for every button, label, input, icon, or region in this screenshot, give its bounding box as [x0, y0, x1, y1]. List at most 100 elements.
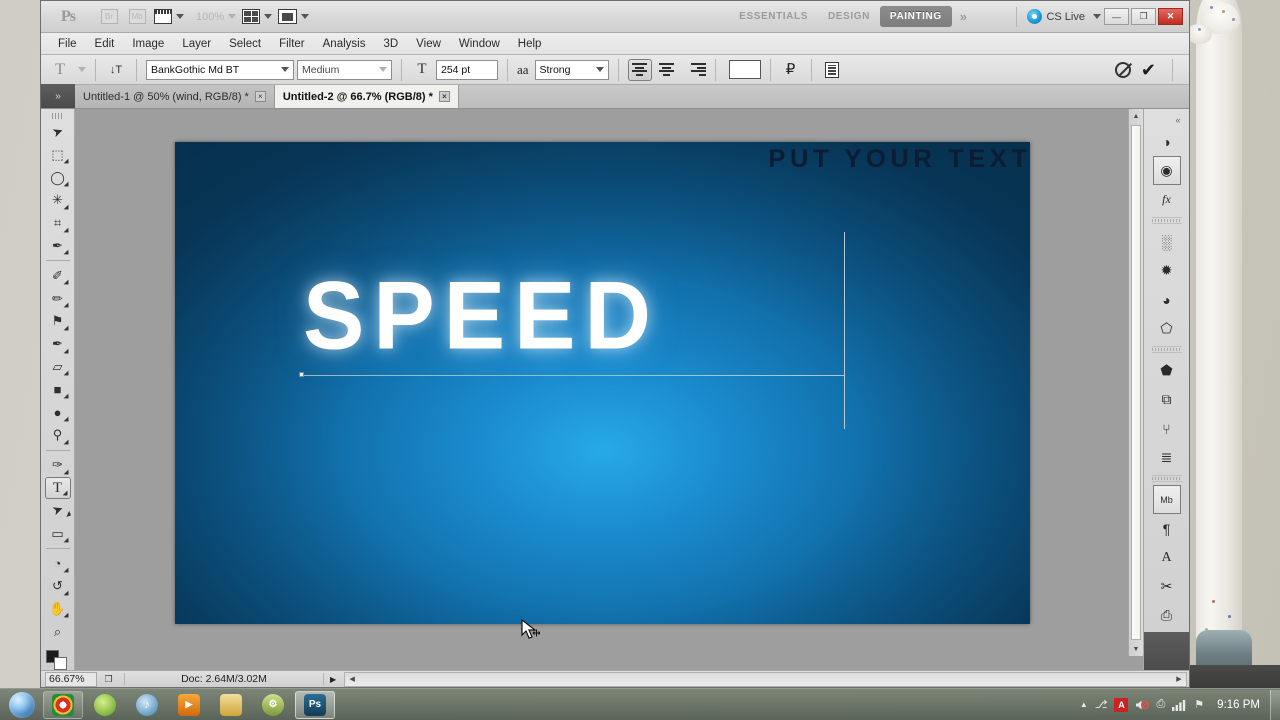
launch-mini-bridge-button[interactable]: Mb [126, 6, 148, 28]
taskbar-chrome[interactable] [43, 690, 83, 719]
text-baseline-handle[interactable] [299, 372, 304, 377]
3d-orbit-tool[interactable]: ↺ [45, 575, 71, 598]
workspace-more-icon[interactable]: » [952, 9, 975, 24]
paths-panel-icon[interactable]: ⑂ [1153, 414, 1181, 443]
taskbar-clock[interactable]: 9:16 PM [1211, 699, 1266, 711]
antialias-select[interactable]: Strong [534, 59, 609, 80]
menu-select[interactable]: Select [220, 36, 270, 52]
blur-tool[interactable]: ● [45, 401, 71, 424]
status-menu-arrow-icon[interactable]: ▶ [324, 675, 342, 684]
lasso-tool[interactable]: ◯ [45, 166, 71, 189]
crop-tool[interactable]: ⌗ [45, 212, 71, 235]
main-text-layer[interactable]: SPEED [303, 268, 660, 365]
gradient-tool[interactable]: ■ [45, 378, 71, 401]
menu-image[interactable]: Image [123, 36, 173, 52]
tray-action-center-icon[interactable]: ⚑ [1194, 698, 1204, 711]
document-canvas[interactable]: PUT YOUR TEXT SPEED [175, 142, 1030, 624]
close-icon[interactable]: × [254, 91, 266, 102]
layers-panel-icon[interactable]: ⬟ [1153, 356, 1181, 385]
menu-view[interactable]: View [407, 36, 450, 52]
color-swatches[interactable] [45, 647, 71, 671]
history-panel-icon[interactable]: ≣ [1153, 443, 1181, 472]
paragraph-panel-icon[interactable]: ¶ [1153, 514, 1181, 543]
3d-materials-panel-icon[interactable]: ░ [1153, 227, 1181, 256]
align-left-button[interactable] [627, 58, 652, 81]
adjustments-panel-icon[interactable]: ◑ [1153, 127, 1181, 156]
tray-adobe-updater-icon[interactable]: A [1114, 697, 1129, 712]
cs-live-menu[interactable]: CS Live [1016, 6, 1101, 27]
scroll-up-arrow-icon[interactable]: ▲ [1129, 109, 1143, 123]
toggle-character-paragraph-panels-button[interactable] [821, 59, 843, 81]
tray-power-icon[interactable]: ⎙ [1156, 698, 1165, 711]
workspace-essentials[interactable]: ESSENTIALS [729, 6, 818, 27]
menu-window[interactable]: Window [450, 36, 509, 52]
scroll-left-arrow-icon[interactable]: ◀ [345, 675, 359, 683]
dodge-tool[interactable]: ⚲ [45, 424, 71, 447]
3d-rotate-tool[interactable]: ◔ [45, 552, 71, 575]
close-icon[interactable]: × [438, 91, 450, 102]
character-panel-icon[interactable]: A [1153, 543, 1181, 572]
document-tab-untitled-2[interactable]: Untitled-2 @ 66.7% (RGB/8) * × [274, 85, 459, 108]
menu-layer[interactable]: Layer [173, 36, 220, 52]
vertical-scrollbar[interactable]: ▲ ▼ [1128, 109, 1143, 656]
workspace-painting[interactable]: PAINTING [879, 6, 952, 27]
screen-mode-button[interactable] [278, 6, 310, 28]
taskbar-music[interactable]: ♪ [127, 691, 167, 719]
taskbar-photoshop[interactable]: Ps [295, 690, 335, 719]
horizontal-scrollbar[interactable]: ◀ ▶ [344, 671, 1187, 687]
document-canvas-area[interactable]: PUT YOUR TEXT SPEED ▲ ▼ [75, 109, 1143, 670]
zoom-level-input[interactable]: 66.67% [45, 671, 97, 687]
menu-help[interactable]: Help [509, 36, 551, 52]
show-desktop-button[interactable] [1270, 689, 1280, 720]
pen-tool[interactable]: ✑ [45, 454, 71, 477]
history-brush-tool[interactable]: ✒ [45, 333, 71, 356]
headline-text-layer[interactable]: PUT YOUR TEXT [768, 145, 1030, 174]
zoom-tool[interactable]: ⌕ [45, 620, 71, 643]
warp-text-button[interactable]: ₽ [780, 59, 802, 81]
launch-bridge-button[interactable]: Br [98, 6, 120, 28]
align-right-button[interactable] [682, 59, 706, 81]
font-style-select[interactable]: Medium [297, 59, 392, 80]
vertical-scrollbar-thumb[interactable] [1131, 125, 1141, 640]
cancel-edit-button[interactable] [1114, 61, 1131, 78]
minimize-button[interactable]: — [1104, 8, 1129, 25]
align-center-button[interactable] [655, 59, 679, 81]
restore-button[interactable]: ❐ [1131, 8, 1156, 25]
styles-fx-panel-icon[interactable]: fx [1153, 185, 1181, 214]
arrange-documents-button[interactable] [242, 6, 273, 28]
masks-panel-icon[interactable]: ◉ [1152, 156, 1181, 185]
expand-panels-button[interactable]: » [41, 84, 75, 108]
menu-analysis[interactable]: Analysis [314, 36, 375, 52]
taskbar-media-player[interactable]: ▶ [169, 691, 209, 719]
workspace-design[interactable]: DESIGN [818, 6, 880, 27]
spot-healing-brush-tool[interactable]: ✐ [45, 264, 71, 287]
scroll-down-arrow-icon[interactable]: ▼ [1129, 642, 1143, 656]
background-color-swatch[interactable] [53, 657, 67, 671]
taskbar-app-green[interactable] [85, 691, 125, 719]
thumbnail-preview-icon[interactable]: ❐ [101, 672, 116, 686]
menu-filter[interactable]: Filter [270, 36, 314, 52]
collapse-panels-button[interactable]: « [1150, 113, 1184, 127]
tool-preset-chevron-icon[interactable] [78, 67, 86, 72]
animation-panel-icon[interactable]: ⎙ [1153, 601, 1181, 630]
commit-edit-button[interactable]: ✔ [1141, 61, 1156, 79]
text-color-swatch[interactable] [728, 60, 761, 79]
tray-volume-muted-icon[interactable] [1135, 699, 1150, 711]
document-tab-untitled-1[interactable]: Untitled-1 @ 50% (wind, RGB/8) * × [75, 85, 275, 108]
quick-selection-tool[interactable]: ✳ [45, 189, 71, 212]
mini-bridge-panel-icon[interactable]: Mb [1152, 485, 1181, 514]
tray-usb-icon[interactable]: ⎇ [1095, 698, 1108, 711]
menu-file[interactable]: File [49, 36, 86, 52]
view-extras-button[interactable] [154, 6, 184, 28]
eyedropper-tool[interactable]: ✒ [45, 235, 71, 258]
3d-lights-panel-icon[interactable]: ✹ [1153, 256, 1181, 285]
scroll-right-arrow-icon[interactable]: ▶ [1172, 675, 1186, 683]
taskbar-explorer[interactable] [211, 691, 251, 719]
close-button[interactable]: ✕ [1158, 8, 1183, 25]
rectangular-marquee-tool[interactable]: ⬚ [45, 144, 71, 167]
3d-scene-panel-icon[interactable]: ◕ [1153, 285, 1181, 314]
channels-panel-icon[interactable]: ⧉ [1153, 385, 1181, 414]
toggle-text-orientation-button[interactable]: ↓T [105, 59, 127, 81]
zoom-level-dropdown[interactable]: 100% [190, 6, 237, 28]
menu-edit[interactable]: Edit [86, 36, 124, 52]
